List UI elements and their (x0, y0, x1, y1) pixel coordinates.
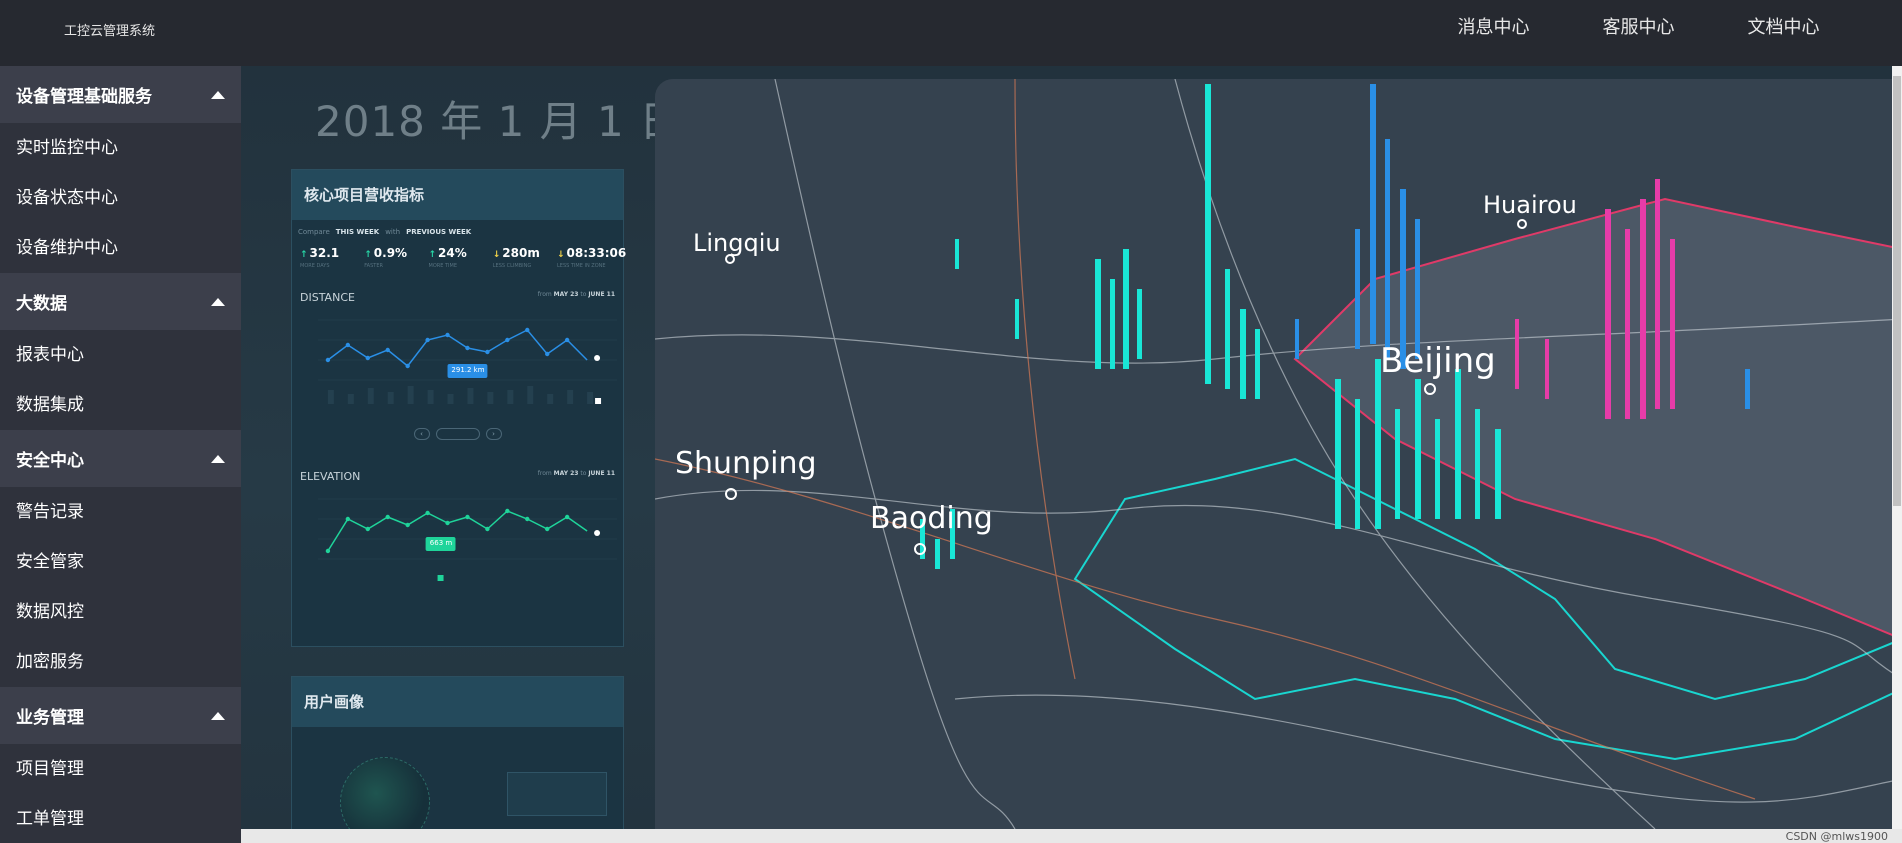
compare-row: Compare THIS WEEK with PREVIOUS WEEK (292, 220, 623, 236)
sidebar-item-security-steward[interactable]: 安全管家 (0, 537, 241, 587)
elevation-label: ELEVATION (300, 470, 361, 483)
info-mini-card (507, 772, 607, 816)
caret-up-icon (211, 90, 225, 99)
sidebar-item-data-integration[interactable]: 数据集成 (0, 380, 241, 430)
vertical-scrollbar[interactable] (1892, 66, 1902, 829)
user-profile-panel: 用户画像 (291, 676, 624, 829)
distance-head: DISTANCE from MAY 23 to JUNE 11 (292, 291, 623, 304)
sidebar-item-reports[interactable]: 报表中心 (0, 330, 241, 380)
next-icon[interactable]: › (485, 428, 502, 440)
sidebar-item-work-orders[interactable]: 工单管理 (0, 794, 241, 843)
map-label-huairou: Huairou (1483, 191, 1577, 219)
stat-label: MORE DAYS (300, 263, 330, 269)
stat-label: MORE TIME (428, 263, 457, 269)
horizontal-scrollbar[interactable] (241, 829, 1902, 843)
elevation-line-chart (317, 498, 617, 581)
map-label-baoding: Baoding (870, 501, 993, 536)
sidebar-group-big-data[interactable]: 大数据 (0, 273, 241, 330)
caret-up-icon (211, 454, 225, 463)
stat-label: LESS CLIMBING (492, 263, 532, 269)
distance-range[interactable]: from MAY 23 to JUNE 11 (538, 291, 615, 304)
arrow-up-icon: ↑ (300, 250, 308, 260)
sidebar-group-label: 设备管理基础服务 (16, 87, 152, 107)
elevation-tooltip: 663 m (429, 539, 453, 547)
range-to: JUNE 11 (588, 470, 615, 477)
stat-more-time: ↑ 24% MORE TIME (429, 246, 487, 269)
range-to: JUNE 11 (588, 291, 615, 298)
stat-value: 280m (502, 246, 540, 260)
elevation-chart: 663 m (298, 489, 617, 599)
watermark: CSDN @mlws1900 (1785, 830, 1888, 843)
nav-message-center[interactable]: 消息中心 (1421, 0, 1566, 56)
map-label-beijing: Beijing (1380, 341, 1496, 381)
sidebar-item-project-management[interactable]: 项目管理 (0, 744, 241, 794)
panel-title: 核心项目营收指标 (292, 170, 623, 220)
arrow-up-icon: ↑ (364, 250, 372, 260)
sidebar-group-security[interactable]: 安全中心 (0, 430, 241, 487)
sidebar: 设备管理基础服务 实时监控中心 设备状态中心 设备维护中心 大数据 报表中心 数… (0, 66, 241, 843)
map-visual (655, 79, 1902, 829)
compare-previous[interactable]: PREVIOUS WEEK (406, 228, 471, 236)
sidebar-item-data-risk[interactable]: 数据风控 (0, 587, 241, 637)
globe-graphic (340, 757, 430, 829)
scroll-thumb[interactable] (1893, 76, 1901, 506)
arrow-up-icon: ↑ (428, 250, 437, 260)
city-data-map[interactable]: Lingqiu Huairou Beijing Shunping Baoding (655, 79, 1902, 829)
core-revenue-panel: 核心项目营收指标 Compare THIS WEEK with PREVIOUS… (291, 169, 626, 647)
arrow-down-icon: ↓ (492, 250, 501, 260)
stat-value: 32.1 (309, 246, 340, 260)
elevation-range[interactable]: from MAY 23 to JUNE 11 (538, 470, 615, 483)
top-nav: 消息中心 客服中心 文档中心 (1421, 0, 1856, 56)
app-title: 工控云管理系统 (64, 24, 156, 39)
arrow-down-icon: ↓ (557, 250, 565, 260)
chart-pager: ‹ › (292, 428, 623, 440)
compare-current[interactable]: THIS WEEK (336, 228, 379, 236)
distance-label: DISTANCE (300, 291, 355, 304)
stat-more-days: ↑ 32.1 MORE DAYS (300, 246, 358, 269)
distance-tooltip: 291.2 km (451, 366, 485, 374)
sidebar-item-realtime-monitor[interactable]: 实时监控中心 (0, 123, 241, 173)
stat-value: 08:33:06 (566, 246, 627, 260)
pager-mid[interactable] (435, 428, 480, 440)
sidebar-item-device-maintenance[interactable]: 设备维护中心 (0, 223, 241, 273)
stat-value: 0.9% (373, 246, 408, 260)
nav-service-center[interactable]: 客服中心 (1566, 0, 1711, 56)
nav-docs-center[interactable]: 文档中心 (1711, 0, 1856, 56)
elevation-head: ELEVATION from MAY 23 to JUNE 11 (292, 470, 623, 483)
panel-title: 用户画像 (292, 677, 623, 727)
sidebar-item-alert-records[interactable]: 警告记录 (0, 487, 241, 537)
stat-label: FASTER (364, 263, 383, 269)
sidebar-group-label: 大数据 (16, 294, 67, 314)
caret-up-icon (211, 711, 225, 720)
distance-line-chart (317, 319, 617, 404)
top-header: 工控云管理系统 消息中心 客服中心 文档中心 (0, 0, 1902, 66)
map-label-shunping: Shunping (675, 446, 817, 481)
sidebar-group-device-services[interactable]: 设备管理基础服务 (0, 66, 241, 123)
sidebar-group-business[interactable]: 业务管理 (0, 687, 241, 744)
stat-faster: ↑ 0.9% FASTER (364, 246, 422, 269)
map-label-lingqiu: Lingqiu (693, 229, 781, 257)
stat-less-climbing: ↓ 280m LESS CLIMBING (493, 246, 551, 269)
sidebar-item-encryption[interactable]: 加密服务 (0, 637, 241, 687)
sidebar-group-label: 业务管理 (16, 708, 84, 728)
sidebar-group-label: 安全中心 (16, 451, 84, 471)
stat-less-time-zone: ↓ 08:33:06 LESS TIME IN ZONE (557, 246, 626, 269)
stat-label: LESS TIME IN ZONE (557, 263, 606, 269)
prev-icon[interactable]: ‹ (413, 428, 430, 440)
date-title: 2018 年 1 月 1 日 (315, 97, 683, 146)
stats-row: ↑ 32.1 MORE DAYS ↑ 0.9% FASTER ↑ 24% MORE T… (292, 236, 626, 269)
range-from: MAY 23 (553, 470, 579, 477)
range-from: MAY 23 (553, 291, 579, 298)
distance-chart: 291.2 km (298, 310, 617, 420)
dashboard-main: 2018 年 1 月 1 日 核心项目营收指标 Compare THIS WEE… (241, 66, 1902, 829)
compare-with: with (385, 228, 401, 236)
sidebar-item-device-status[interactable]: 设备状态中心 (0, 173, 241, 223)
compare-prefix: Compare (298, 228, 330, 236)
stat-value: 24% (438, 246, 467, 260)
caret-up-icon (211, 297, 225, 306)
